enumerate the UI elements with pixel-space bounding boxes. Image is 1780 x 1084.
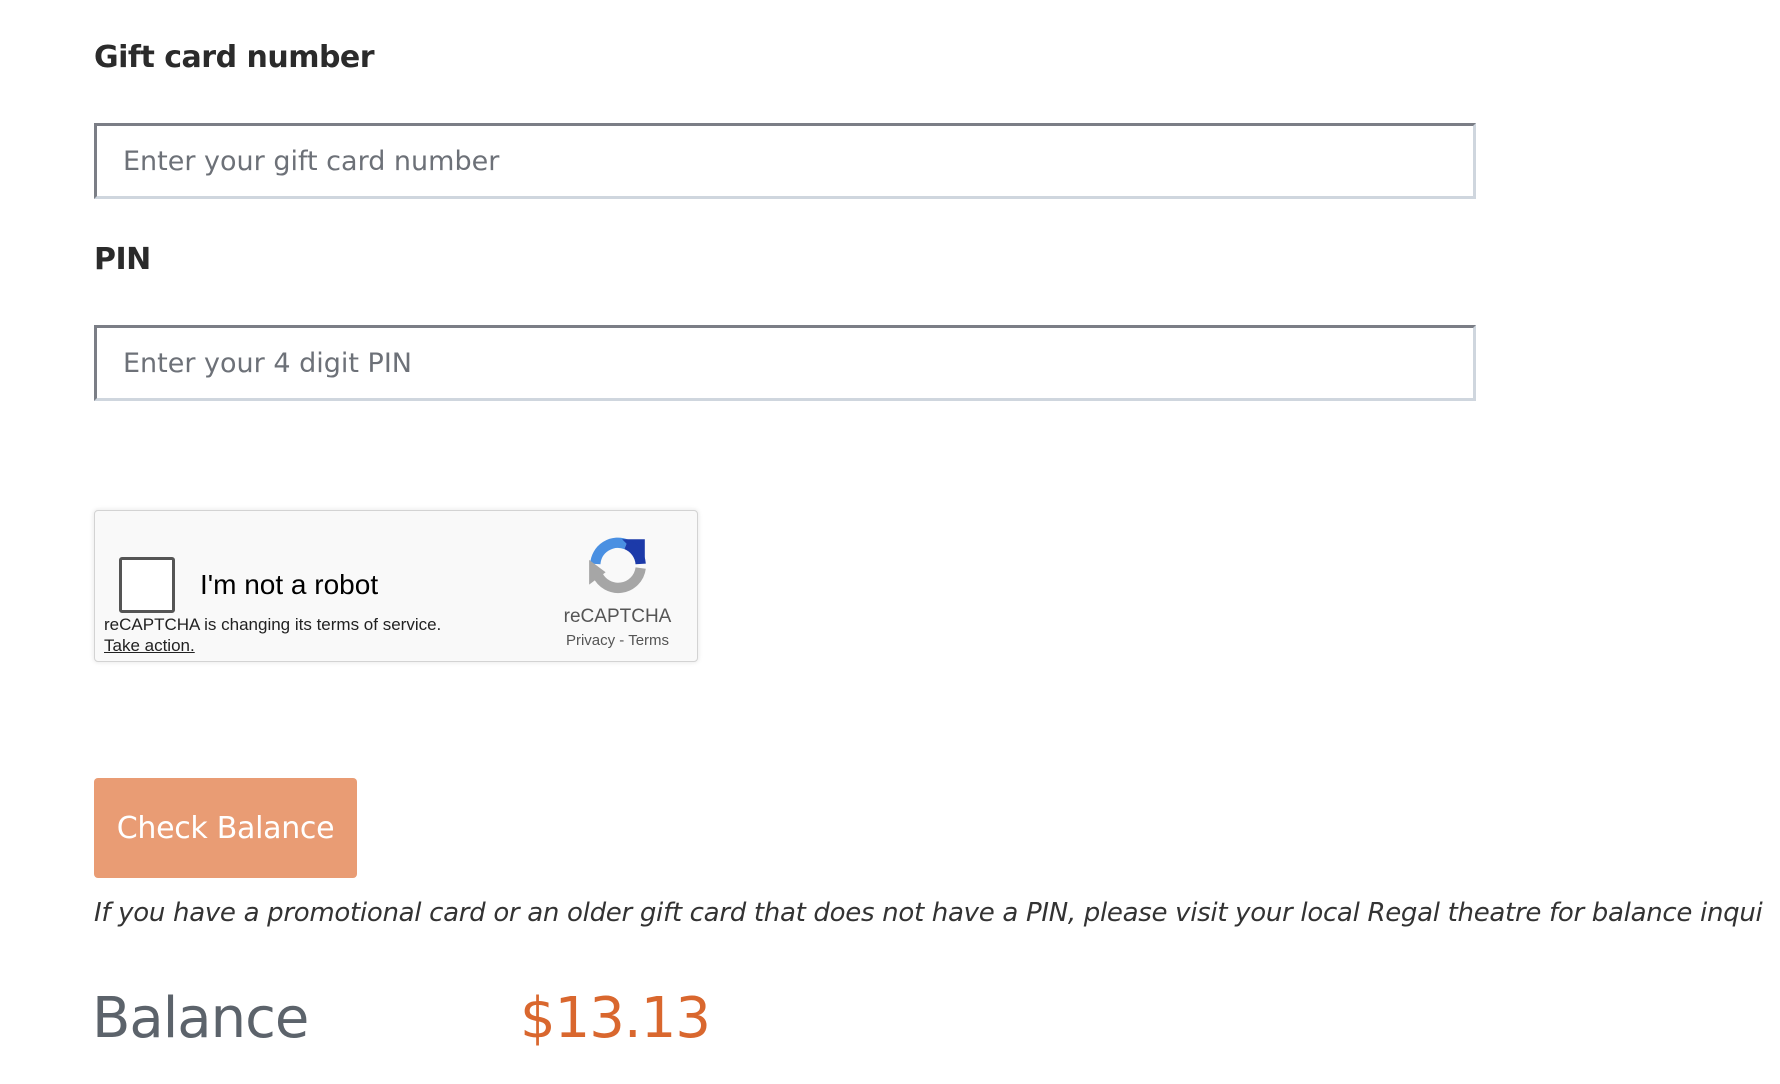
recaptcha-links: Privacy - Terms <box>535 632 700 649</box>
recaptcha-checkbox-label: I'm not a robot <box>200 569 379 600</box>
recaptcha-logo-icon <box>589 537 646 594</box>
pin-input[interactable] <box>94 325 1476 401</box>
gift-card-number-label: Gift card number <box>94 40 375 75</box>
recaptcha-terms-notice: reCAPTCHA is changing its terms of servi… <box>104 615 442 634</box>
recaptcha-brand-label: reCAPTCHA <box>563 606 672 627</box>
recaptcha-links-separator: - <box>619 632 625 649</box>
recaptcha-checkbox[interactable] <box>119 557 175 613</box>
recaptcha-take-action-link[interactable]: Take action. <box>104 635 195 656</box>
gift-card-number-input[interactable] <box>94 123 1476 199</box>
pin-label: PIN <box>94 242 151 277</box>
promotional-card-note: If you have a promotional card or an old… <box>94 898 1763 928</box>
balance-label: Balance <box>92 986 309 1051</box>
check-balance-button[interactable]: Check Balance <box>94 778 357 878</box>
recaptcha-privacy-link[interactable]: Privacy <box>566 632 615 649</box>
recaptcha-widget: I'm not a robot reCAPTCHA is changing it… <box>94 510 698 662</box>
balance-amount: $13.13 <box>520 986 711 1051</box>
recaptcha-terms-link[interactable]: Terms <box>628 632 669 649</box>
